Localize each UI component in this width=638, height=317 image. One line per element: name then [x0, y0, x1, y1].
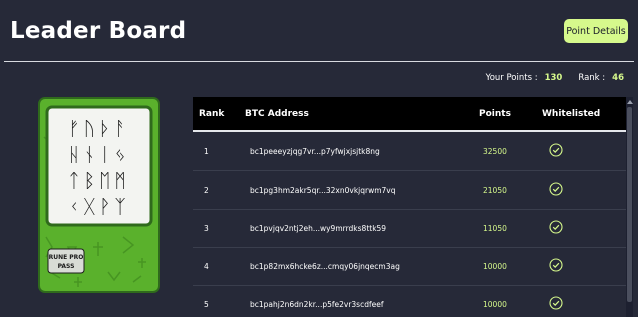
scroll-up-arrow-icon[interactable]	[627, 100, 633, 104]
leaderboard-table: Rank BTC Address Points Whitelisted 1 bc…	[193, 97, 633, 317]
rank-cell: 2	[204, 186, 209, 195]
check-circle-icon	[549, 143, 563, 157]
column-header-rank: Rank	[199, 109, 225, 119]
check-circle-icon	[549, 258, 563, 272]
column-header-btc-address: BTC Address	[245, 109, 309, 119]
btc-address-cell: bc1pahj2n6dn2kr...p5fe2vr3scdfeef	[250, 300, 384, 309]
user-stats: Your Points : 130 Rank : 46	[486, 73, 624, 83]
scroll-thumb[interactable]	[627, 107, 632, 302]
table-row: 2 bc1pg3hm2akr5qr...32xn0vkjqrwm7vq 2105…	[193, 171, 626, 210]
rank-cell: 5	[204, 300, 209, 309]
btc-address-cell: bc1p82mx6hcke6z...cmqy06jnqecm3ag	[250, 262, 400, 271]
rune-row-2: ᚺᚾᛁᛃ	[68, 144, 130, 166]
rank-cell: 1	[204, 147, 209, 156]
points-cell: 10000	[483, 300, 507, 309]
rank-label: Rank :	[578, 73, 606, 83]
page-title: Leader Board	[10, 18, 187, 44]
column-header-whitelisted: Whitelisted	[542, 109, 601, 119]
your-points-label: Your Points :	[485, 73, 538, 83]
rank-value: 46	[612, 73, 624, 83]
column-header-points: Points	[479, 109, 511, 119]
rune-row-4: ᚲᚷᚹᛉ	[68, 196, 130, 218]
rune-pro-pass-card: ᚠᚢᚦᚨ ᚺᚾᛁᛃ ᛏᛒᛖᛗ ᚲᚷᚹᛉ RUNE PRO PASS	[38, 97, 160, 293]
logo-text-line1: RUNE PRO	[49, 254, 84, 261]
btc-address-cell: bc1pg3hm2akr5qr...32xn0vkjqrwm7vq	[250, 186, 396, 195]
table-row: 3 bc1pvjqv2ntj2eh...wy9mrrdks8ttk59 1105…	[193, 209, 626, 248]
points-cell: 10000	[483, 262, 507, 271]
check-circle-icon	[549, 296, 563, 310]
divider	[4, 61, 634, 62]
rank-cell: 3	[204, 224, 209, 233]
your-points-value: 130	[544, 73, 563, 83]
points-cell: 11050	[483, 224, 507, 233]
check-circle-icon	[549, 182, 563, 196]
btc-address-cell: bc1peeeyzjqg7vr...p7yfwjxjsjtk8ng	[250, 147, 380, 156]
table-row: 5 bc1pahj2n6dn2kr...p5fe2vr3scdfeef 1000…	[193, 285, 626, 317]
rank-cell: 4	[204, 262, 209, 271]
table-row: 4 bc1p82mx6hcke6z...cmqy06jnqecm3ag 1000…	[193, 247, 626, 286]
points-cell: 21050	[483, 186, 507, 195]
logo-text-line2: PASS	[58, 263, 75, 270]
rune-row-1: ᚠᚢᚦᚨ	[68, 118, 130, 140]
rune-row-3: ᛏᛒᛖᛗ	[68, 170, 130, 192]
points-cell: 32500	[483, 147, 507, 156]
table-row: 1 bc1peeeyzjqg7vr...p7yfwjxjsjtk8ng 3250…	[193, 132, 626, 171]
check-circle-icon	[549, 220, 563, 234]
point-details-button[interactable]: Point Details	[564, 19, 628, 43]
btc-address-cell: bc1pvjqv2ntj2eh...wy9mrrdks8ttk59	[250, 224, 387, 233]
table-header: Rank BTC Address Points Whitelisted	[193, 97, 626, 132]
table-scrollbar[interactable]	[626, 97, 633, 317]
header: Leader Board Point Details	[0, 0, 638, 62]
